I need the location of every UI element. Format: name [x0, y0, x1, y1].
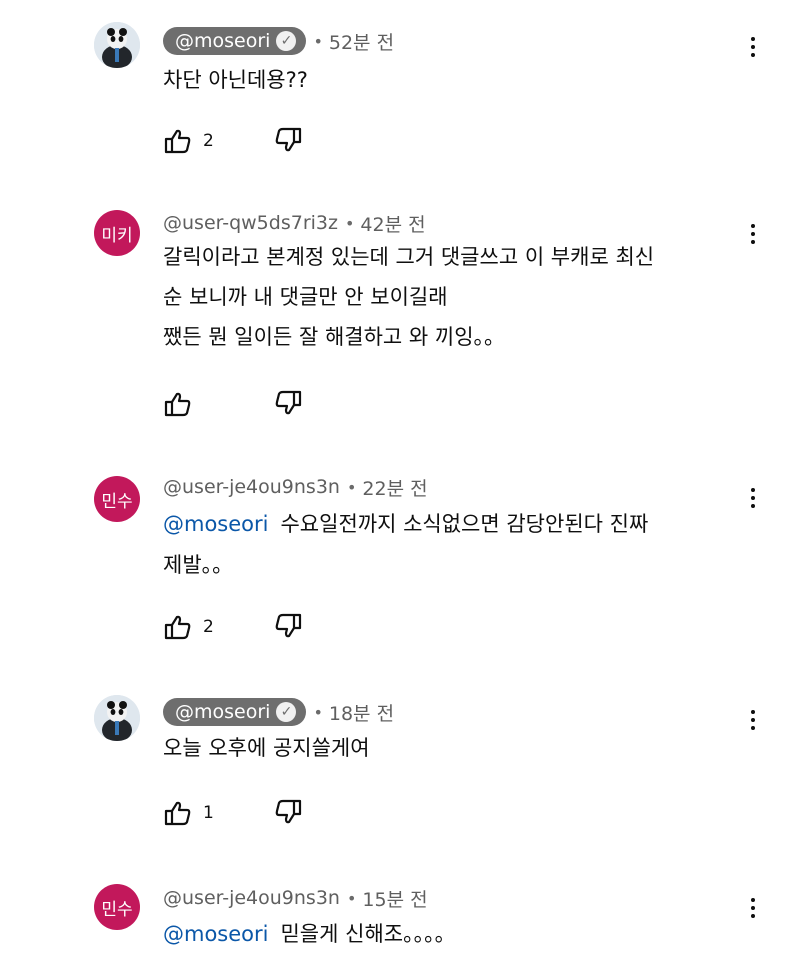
verified-check-icon: ✓ [276, 702, 297, 722]
profile-photo-icon [94, 695, 140, 741]
comment-line-text: 수요일전까지 소식없으면 감당안된다 진짜 [280, 512, 649, 536]
separator-dot: • [346, 477, 357, 497]
timestamp[interactable]: 52분 전 [329, 28, 394, 55]
comment-line: 차단 아닌데용?? [163, 68, 308, 92]
like-count: 2 [203, 617, 214, 637]
comment-line: @moseori 수요일전까지 소식없으면 감당안된다 진짜 [163, 509, 743, 540]
channel-owner-handle[interactable]: @moseori ✓ [163, 27, 307, 55]
comment-text: @moseori 수요일전까지 소식없으면 감당안된다 진짜 제발。。 [163, 509, 743, 581]
comment-actions: 2 [163, 612, 302, 642]
avatar[interactable] [94, 22, 140, 68]
more-vert-icon[interactable] [740, 705, 766, 735]
thumbs-up-icon [164, 615, 191, 640]
comment-text: 갈릭이라고 본계정 있는데 그거 댓글쓰고 이 부캐로 최신 순 보니까 내 댓… [163, 242, 743, 353]
avatar[interactable]: 민수 [94, 476, 140, 522]
separator-dot: • [344, 213, 355, 233]
like-count: 1 [203, 803, 214, 823]
dislike-button[interactable] [273, 126, 303, 154]
more-vert-icon[interactable] [740, 483, 766, 513]
mention-link[interactable]: @moseori [163, 512, 268, 536]
channel-owner-handle[interactable]: @moseori ✓ [163, 698, 307, 726]
handle-text: @moseori [175, 30, 271, 52]
comment-line-text: 믿을게 신해조。。。。 [280, 922, 456, 946]
separator-dot: • [313, 31, 323, 51]
comment-line: @moseori 믿을게 신해조。。。。 [163, 919, 743, 950]
comment-text: 차단 아닌데용?? [163, 65, 743, 96]
comment-line: 쨌든 뭔 일이든 잘 해결하고 와 끼잉。。 [163, 325, 506, 349]
like-button[interactable]: 1 [163, 799, 214, 827]
thumbs-down-icon [275, 127, 302, 152]
thumbs-down-icon [275, 613, 302, 638]
profile-photo-icon [94, 22, 140, 68]
avatar[interactable] [94, 695, 140, 741]
comment-header: @moseori ✓ • 18분 전 [163, 696, 394, 728]
dislike-button[interactable] [273, 798, 303, 826]
user-handle[interactable]: @user-je4ou9ns3n [163, 476, 340, 498]
verified-check-icon: ✓ [276, 31, 297, 51]
separator-dot: • [313, 702, 323, 722]
user-handle[interactable]: @user-je4ou9ns3n [163, 887, 340, 909]
dislike-button[interactable] [273, 612, 303, 640]
avatar[interactable]: 미키 [94, 210, 140, 256]
timestamp[interactable]: 22분 전 [362, 474, 427, 501]
like-count: 2 [203, 131, 214, 151]
comment-header: @moseori ✓ • 52분 전 [163, 25, 394, 57]
comment-line: 순 보니까 내 댓글만 안 보이길래 [163, 285, 448, 309]
timestamp[interactable]: 15분 전 [362, 885, 427, 912]
comment-text: @moseori 믿을게 신해조。。。。 [163, 919, 743, 950]
comment-actions: 1 [163, 798, 302, 828]
user-handle[interactable]: @user-qw5ds7ri3z [163, 212, 338, 234]
comment-actions [163, 389, 302, 419]
mention-link[interactable]: @moseori [163, 922, 268, 946]
comment-header: @user-je4ou9ns3n • 22분 전 [163, 471, 428, 503]
comment-header: @user-je4ou9ns3n • 15분 전 [163, 882, 428, 914]
handle-text: @moseori [175, 701, 271, 723]
more-vert-icon[interactable] [740, 32, 766, 62]
dislike-button[interactable] [273, 389, 303, 417]
separator-dot: • [346, 888, 357, 908]
thumbs-up-icon [164, 129, 191, 154]
comment-header: @user-qw5ds7ri3z • 42분 전 [163, 207, 426, 239]
more-vert-icon[interactable] [740, 219, 766, 249]
timestamp[interactable]: 18분 전 [329, 699, 394, 726]
thumbs-down-icon [275, 799, 302, 824]
comment-actions: 2 [163, 126, 302, 156]
like-button[interactable]: 2 [163, 613, 214, 641]
timestamp[interactable]: 42분 전 [360, 210, 425, 237]
like-button[interactable] [163, 390, 203, 418]
comment-line: 갈릭이라고 본계정 있는데 그거 댓글쓰고 이 부캐로 최신 [163, 245, 655, 269]
avatar[interactable]: 민수 [94, 884, 140, 930]
thumbs-up-icon [164, 392, 191, 417]
more-vert-icon[interactable] [740, 893, 766, 923]
like-button[interactable]: 2 [163, 127, 214, 155]
thumbs-down-icon [275, 390, 302, 415]
comment-line: 제발。。 [163, 553, 234, 577]
comment-line: 오늘 오후에 공지쓸게여 [163, 736, 370, 760]
thumbs-up-icon [164, 801, 191, 826]
comment-text: 오늘 오후에 공지쓸게여 [163, 733, 743, 764]
